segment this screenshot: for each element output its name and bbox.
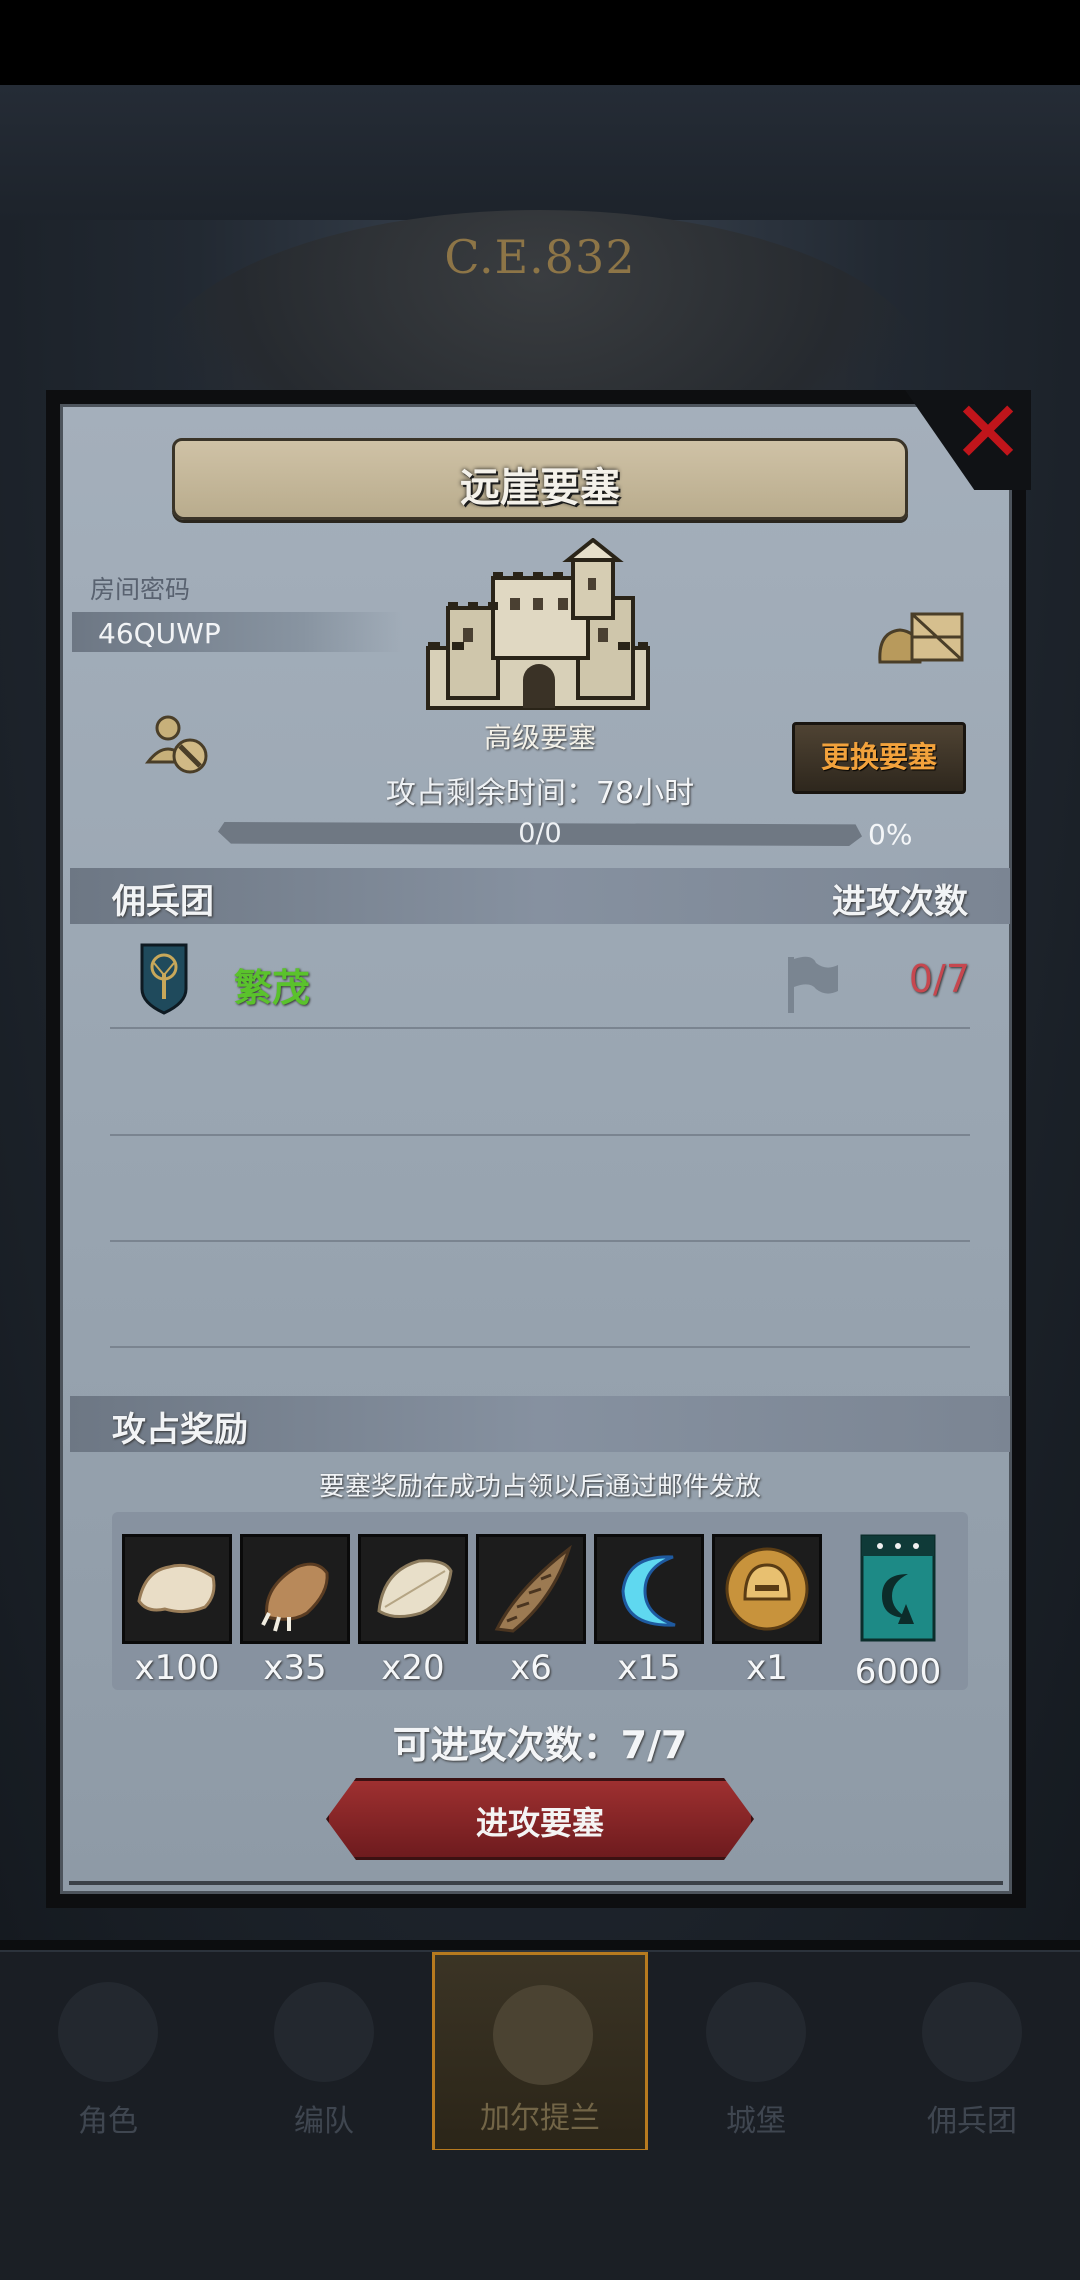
guild-banner-icon — [860, 1534, 936, 1642]
fortress-grade: 高级要塞 — [483, 721, 596, 754]
tree-shield-icon — [140, 943, 188, 1015]
blue-crescent-icon — [621, 1555, 676, 1627]
reward-item[interactable]: x1 — [712, 1534, 822, 1688]
feather-fur-icon — [377, 1559, 453, 1618]
reward-qty: 6000 — [854, 1652, 942, 1692]
row-divider — [110, 1240, 970, 1242]
attack-fortress-button-label[interactable]: 进攻要塞 — [326, 1798, 754, 1844]
system-nav-bar — [0, 2150, 1080, 2280]
mercenary-row[interactable]: 繁茂 0/7 — [110, 935, 970, 1029]
remain-time: 攻占剩余时间：78小时 — [340, 768, 740, 812]
close-icon[interactable]: ✕ — [952, 390, 1024, 476]
reward-item[interactable]: x15 — [594, 1534, 704, 1688]
reward-qty: x20 — [381, 1648, 445, 1688]
change-fortress-button[interactable]: 更换要塞 — [792, 722, 966, 794]
knight-icon — [58, 1982, 158, 2082]
horn-icon — [494, 1544, 572, 1633]
supply-crate-icon[interactable] — [876, 600, 966, 670]
reward-qty: x6 — [510, 1648, 552, 1688]
globe-icon — [493, 1985, 593, 2085]
reward-item[interactable]: x100 — [122, 1534, 232, 1688]
rewards-header-title: 攻占奖励 — [112, 1410, 248, 1450]
reward-item[interactable]: x35 — [240, 1534, 350, 1688]
reward-qty: x100 — [134, 1648, 220, 1688]
helmet-icon — [274, 1982, 374, 2082]
title-banner: 远崖要塞 — [172, 438, 908, 520]
occupy-progress-percent: 0% — [868, 818, 913, 851]
attack-remaining: 可进攻次数：7/7 — [392, 1723, 688, 1767]
reward-note: 要塞奖励在成功占领以后通过邮件发放 — [318, 1472, 761, 1502]
fortress-castle-icon — [426, 538, 650, 710]
era-label: C.E.832 — [444, 230, 636, 284]
row-divider — [110, 1346, 970, 1348]
mercenary-attack-count: 0/7 — [908, 957, 970, 1001]
reward-qty: x35 — [263, 1648, 327, 1688]
reward-qty: x15 — [617, 1648, 681, 1688]
status-bar — [0, 0, 1080, 85]
nav-character[interactable]: 角色 — [0, 1952, 216, 2152]
row-divider — [110, 1134, 970, 1136]
nav-castle[interactable]: 城堡 — [648, 1952, 864, 2152]
top-header — [0, 85, 1080, 220]
occupy-progress-text: 0/0 — [518, 818, 562, 849]
claw-paw-icon — [261, 1562, 329, 1632]
nav-garthiran[interactable]: 加尔提兰 — [432, 1952, 648, 2152]
banner-icon — [922, 1982, 1022, 2082]
reward-item[interactable]: 6000 — [848, 1534, 948, 1692]
attack-times-header: 进攻次数 — [832, 882, 968, 922]
castle-icon — [706, 1982, 806, 2082]
remain-time-value: 78小时 — [595, 776, 695, 811]
nav-mercenary[interactable]: 佣兵团 — [864, 1952, 1080, 2152]
dialog-title: 远崖要塞 — [460, 465, 620, 511]
white-fur-icon — [137, 1563, 216, 1614]
remain-time-label: 攻占剩余时间： — [385, 776, 596, 811]
room-code-value: 46QUWP — [98, 617, 221, 650]
room-code-label: 房间密码 — [90, 575, 191, 604]
nav-formation[interactable]: 编队 — [216, 1952, 432, 2152]
gold-helmet-icon — [725, 1547, 809, 1631]
mercenary-header-title: 佣兵团 — [112, 882, 214, 922]
bottom-nav: 角色 编队 加尔提兰 城堡 佣兵团 — [0, 1950, 1080, 2152]
flag-icon — [788, 956, 838, 1013]
reward-item[interactable]: x20 — [358, 1534, 468, 1688]
mercenary-name: 繁茂 — [234, 966, 311, 1010]
reward-qty: x1 — [746, 1648, 788, 1688]
people-forbidden-icon[interactable] — [144, 710, 214, 780]
reward-item[interactable]: x6 — [476, 1534, 586, 1688]
